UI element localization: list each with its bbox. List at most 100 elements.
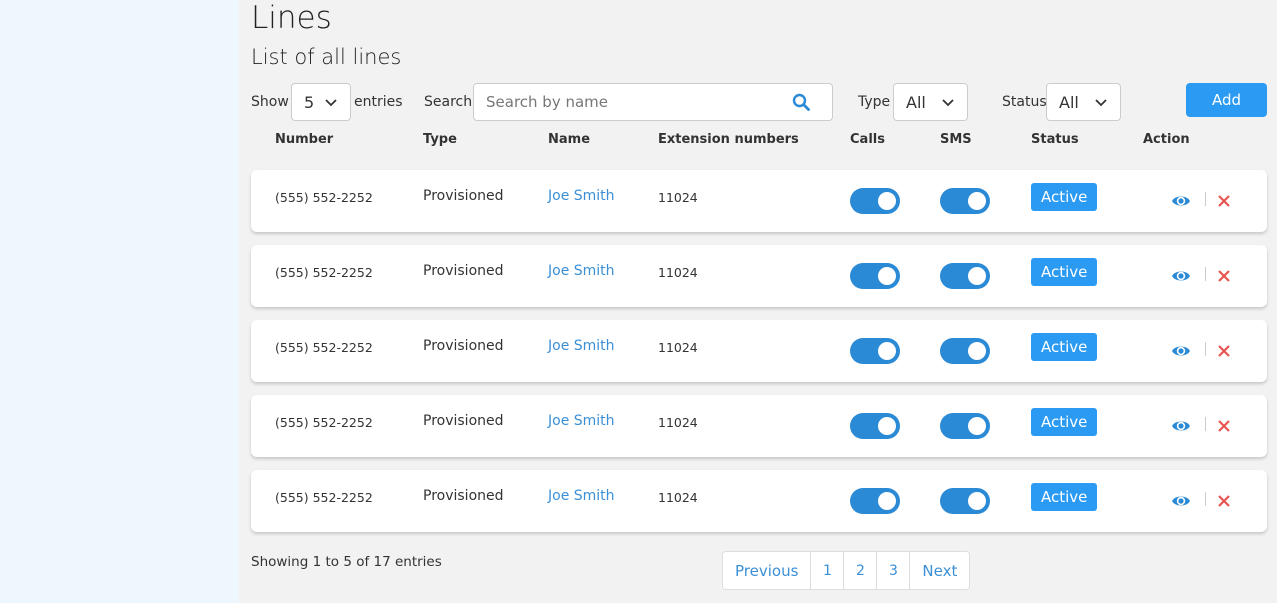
status-label: Status: [1002, 94, 1047, 110]
toggle-knob: [968, 267, 986, 285]
page-button-1[interactable]: 1: [811, 552, 845, 589]
status-badge: Active: [1031, 258, 1098, 286]
type-filter-value: All: [906, 92, 926, 112]
action-divider: [1205, 417, 1206, 431]
sms-toggle[interactable]: [940, 188, 990, 214]
status-badge: Active: [1031, 408, 1098, 436]
line-name-link[interactable]: Joe Smith: [548, 413, 615, 429]
line-type: Provisioned: [423, 413, 504, 429]
line-number: (555) 552-2252: [275, 340, 373, 355]
line-number: (555) 552-2252: [275, 190, 373, 205]
next-page-button[interactable]: Next: [910, 552, 970, 589]
column-header-type: Type: [423, 132, 457, 147]
line-name-link[interactable]: Joe Smith: [548, 338, 615, 354]
eye-icon[interactable]: [1171, 192, 1191, 210]
table-row: (555) 552-2252 Provisioned Joe Smith 110…: [251, 245, 1267, 307]
entries-info: Showing 1 to 5 of 17 entries: [251, 554, 442, 570]
line-name-link[interactable]: Joe Smith: [548, 188, 615, 204]
status-badge: Active: [1031, 333, 1098, 361]
status-filter-select[interactable]: All: [1046, 83, 1121, 121]
toggle-knob: [968, 192, 986, 210]
line-name-link[interactable]: Joe Smith: [548, 263, 615, 279]
sidebar: [0, 0, 239, 603]
eye-icon[interactable]: [1171, 417, 1191, 435]
action-divider: [1205, 342, 1206, 356]
page-subtitle: List of all lines: [251, 45, 402, 69]
line-type: Provisioned: [423, 338, 504, 354]
line-type: Provisioned: [423, 188, 504, 204]
eye-icon[interactable]: [1171, 492, 1191, 510]
search-icon[interactable]: [792, 93, 810, 111]
extension-number: 11024: [658, 265, 698, 280]
line-number: (555) 552-2252: [275, 265, 373, 280]
column-header-status: Status: [1031, 132, 1079, 147]
line-type: Provisioned: [423, 488, 504, 504]
show-entries-value: 5: [304, 92, 315, 112]
chevron-down-icon: [1095, 99, 1107, 107]
sms-toggle[interactable]: [940, 488, 990, 514]
calls-toggle[interactable]: [850, 338, 900, 364]
sms-toggle[interactable]: [940, 338, 990, 364]
extension-number: 11024: [658, 190, 698, 205]
toggle-knob: [878, 492, 896, 510]
search-input[interactable]: [474, 84, 774, 120]
sms-toggle[interactable]: [940, 413, 990, 439]
eye-icon[interactable]: [1171, 267, 1191, 285]
line-name-link[interactable]: Joe Smith: [548, 488, 615, 504]
toggle-knob: [878, 417, 896, 435]
show-label: Show: [251, 94, 289, 110]
eye-icon[interactable]: [1171, 342, 1191, 360]
action-divider: [1205, 192, 1206, 206]
table-row: (555) 552-2252 Provisioned Joe Smith 110…: [251, 470, 1267, 532]
type-label: Type: [858, 94, 891, 110]
sms-toggle[interactable]: [940, 263, 990, 289]
toggle-knob: [878, 192, 896, 210]
calls-toggle[interactable]: [850, 263, 900, 289]
line-type: Provisioned: [423, 263, 504, 279]
extension-number: 11024: [658, 415, 698, 430]
toggle-knob: [878, 342, 896, 360]
column-header-name: Name: [548, 132, 591, 147]
pagination: Previous 1 2 3 Next: [722, 551, 971, 590]
entries-label: entries: [354, 94, 403, 110]
column-header-number: Number: [275, 132, 334, 147]
close-icon[interactable]: [1217, 269, 1231, 283]
column-header-sms: SMS: [940, 132, 972, 147]
calls-toggle[interactable]: [850, 488, 900, 514]
main-content: Lines List of all lines Show 5 entries S…: [251, 0, 1267, 603]
toggle-knob: [968, 342, 986, 360]
table-row: (555) 552-2252 Provisioned Joe Smith 110…: [251, 320, 1267, 382]
extension-number: 11024: [658, 490, 698, 505]
calls-toggle[interactable]: [850, 188, 900, 214]
close-icon[interactable]: [1217, 419, 1231, 433]
close-icon[interactable]: [1217, 344, 1231, 358]
previous-page-button[interactable]: Previous: [723, 552, 812, 589]
extension-number: 11024: [658, 340, 698, 355]
show-entries-select[interactable]: 5: [291, 83, 351, 121]
add-button[interactable]: Add: [1186, 83, 1267, 117]
close-icon[interactable]: [1217, 194, 1231, 208]
chevron-down-icon: [325, 99, 337, 107]
column-header-action: Action: [1143, 132, 1190, 147]
page-button-2[interactable]: 2: [844, 552, 878, 589]
search-label: Search: [424, 94, 473, 110]
close-icon[interactable]: [1217, 494, 1231, 508]
type-filter-select[interactable]: All: [893, 83, 968, 121]
action-divider: [1205, 492, 1206, 506]
column-header-extension: Extension numbers: [658, 132, 799, 147]
search-box: [473, 83, 833, 121]
toggle-knob: [968, 492, 986, 510]
table-row: (555) 552-2252 Provisioned Joe Smith 110…: [251, 395, 1267, 457]
action-divider: [1205, 267, 1206, 281]
column-header-calls: Calls: [850, 132, 885, 147]
toggle-knob: [968, 417, 986, 435]
chevron-down-icon: [942, 99, 954, 107]
page-title: Lines: [251, 0, 332, 36]
calls-toggle[interactable]: [850, 413, 900, 439]
table-row: (555) 552-2252 Provisioned Joe Smith 110…: [251, 170, 1267, 232]
status-badge: Active: [1031, 183, 1098, 211]
toggle-knob: [878, 267, 896, 285]
line-number: (555) 552-2252: [275, 490, 373, 505]
status-badge: Active: [1031, 483, 1098, 511]
page-button-3[interactable]: 3: [877, 552, 911, 589]
